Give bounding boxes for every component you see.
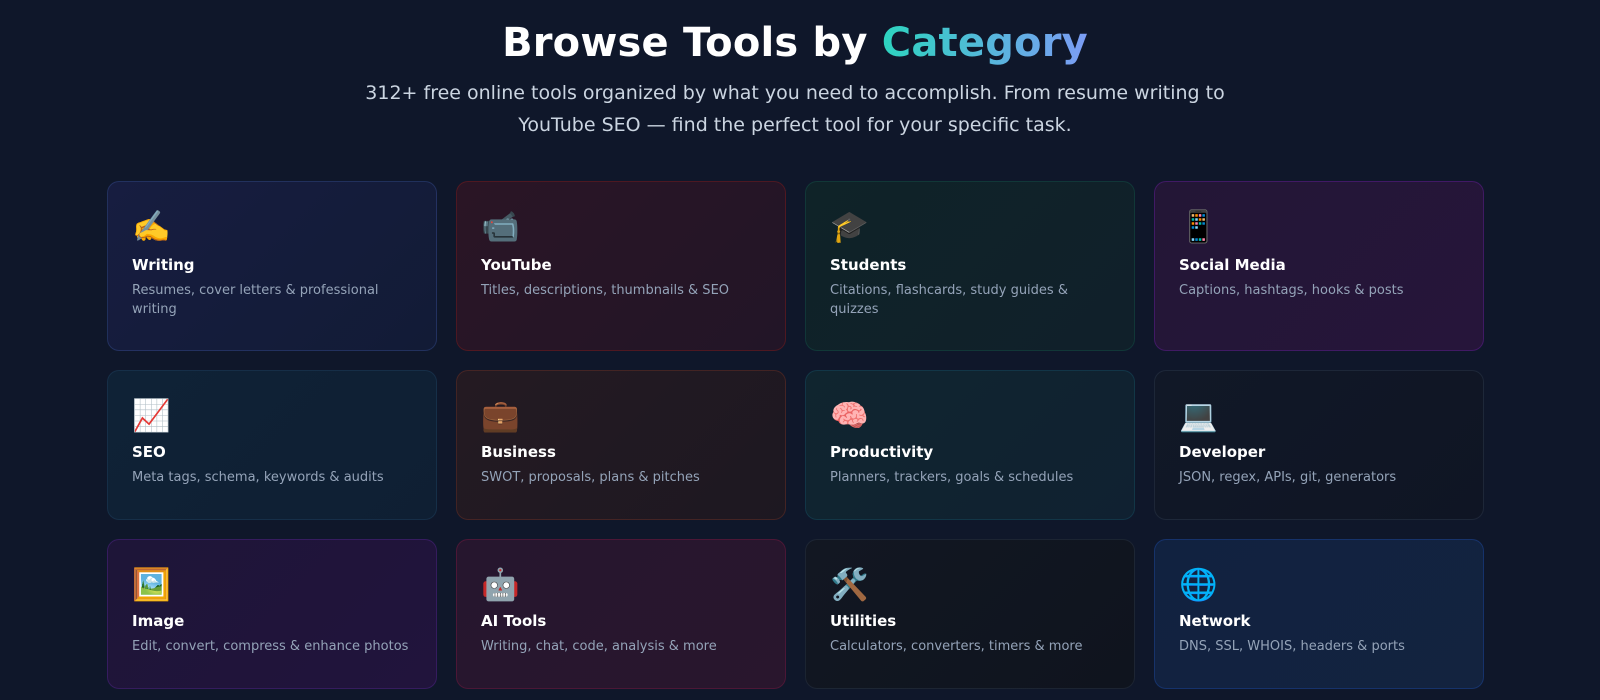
mobile-phone-icon: 📱 (1179, 209, 1218, 245)
category-card-students[interactable]: 🎓 Students Citations, flashcards, study … (805, 181, 1135, 351)
page-title: Browse Tools by Category (0, 15, 1590, 71)
chart-increasing-icon: 📈 (132, 398, 171, 434)
category-description: JSON, regex, APIs, git, generators (1179, 470, 1397, 485)
category-description: Meta tags, schema, keywords & audits (132, 470, 384, 485)
category-card-youtube[interactable]: 📹 YouTube Titles, descriptions, thumbnai… (456, 181, 786, 351)
category-title: Students (830, 256, 907, 274)
category-card-social-media[interactable]: 📱 Social Media Captions, hashtags, hooks… (1154, 181, 1484, 351)
page-subtitle: 312+ free online tools organized by what… (365, 82, 1225, 136)
category-title: Image (132, 612, 185, 630)
category-description: Planners, trackers, goals & schedules (830, 470, 1074, 485)
category-card-productivity[interactable]: 🧠 Productivity Planners, trackers, goals… (805, 370, 1135, 520)
category-description: SWOT, proposals, plans & pitches (481, 470, 700, 485)
category-card-image[interactable]: 🖼️ Image Edit, convert, compress & enhan… (107, 539, 437, 689)
framed-picture-icon: 🖼️ (132, 567, 171, 603)
page-title-accent: Category (881, 19, 1088, 66)
category-title: SEO (132, 443, 166, 461)
category-card-seo[interactable]: 📈 SEO Meta tags, schema, keywords & audi… (107, 370, 437, 520)
category-card-ai-tools[interactable]: 🤖 AI Tools Writing, chat, code, analysis… (456, 539, 786, 689)
category-description: Calculators, converters, timers & more (830, 639, 1083, 654)
category-title: Writing (132, 256, 195, 274)
category-description: Edit, convert, compress & enhance photos (132, 639, 409, 654)
category-title: AI Tools (481, 612, 547, 630)
category-description: Resumes, cover letters & professional wr… (132, 283, 379, 317)
briefcase-icon: 💼 (481, 398, 520, 434)
category-title: Productivity (830, 443, 934, 461)
category-title: YouTube (481, 256, 552, 274)
category-card-developer[interactable]: 💻 Developer JSON, regex, APIs, git, gene… (1154, 370, 1484, 520)
category-description: DNS, SSL, WHOIS, headers & ports (1179, 639, 1405, 654)
category-description: Captions, hashtags, hooks & posts (1179, 283, 1404, 298)
graduation-cap-icon: 🎓 (830, 209, 869, 245)
hammer-wrench-icon: 🛠️ (830, 567, 869, 603)
category-title: Business (481, 443, 556, 461)
category-grid: ✍️ Writing Resumes, cover letters & prof… (107, 181, 1484, 689)
category-card-network[interactable]: 🌐 Network DNS, SSL, WHOIS, headers & por… (1154, 539, 1484, 689)
category-title: Social Media (1179, 256, 1286, 274)
brain-icon: 🧠 (830, 398, 869, 434)
category-card-utilities[interactable]: 🛠️ Utilities Calculators, converters, ti… (805, 539, 1135, 689)
category-description: Titles, descriptions, thumbnails & SEO (481, 283, 730, 298)
category-title: Utilities (830, 612, 897, 630)
page-title-main: Browse Tools by (502, 19, 882, 66)
category-card-writing[interactable]: ✍️ Writing Resumes, cover letters & prof… (107, 181, 437, 351)
robot-icon: 🤖 (481, 567, 520, 603)
category-page: Browse Tools by Category 312+ free onlin… (0, 0, 1600, 700)
category-description: Writing, chat, code, analysis & more (481, 639, 717, 654)
video-camera-icon: 📹 (481, 209, 520, 245)
category-title: Network (1179, 612, 1251, 630)
globe-icon: 🌐 (1179, 567, 1218, 603)
category-description: Citations, flashcards, study guides & qu… (830, 283, 1068, 317)
writing-hand-icon: ✍️ (132, 209, 171, 245)
category-card-business[interactable]: 💼 Business SWOT, proposals, plans & pitc… (456, 370, 786, 520)
category-title: Developer (1179, 443, 1266, 461)
laptop-icon: 💻 (1179, 398, 1218, 434)
